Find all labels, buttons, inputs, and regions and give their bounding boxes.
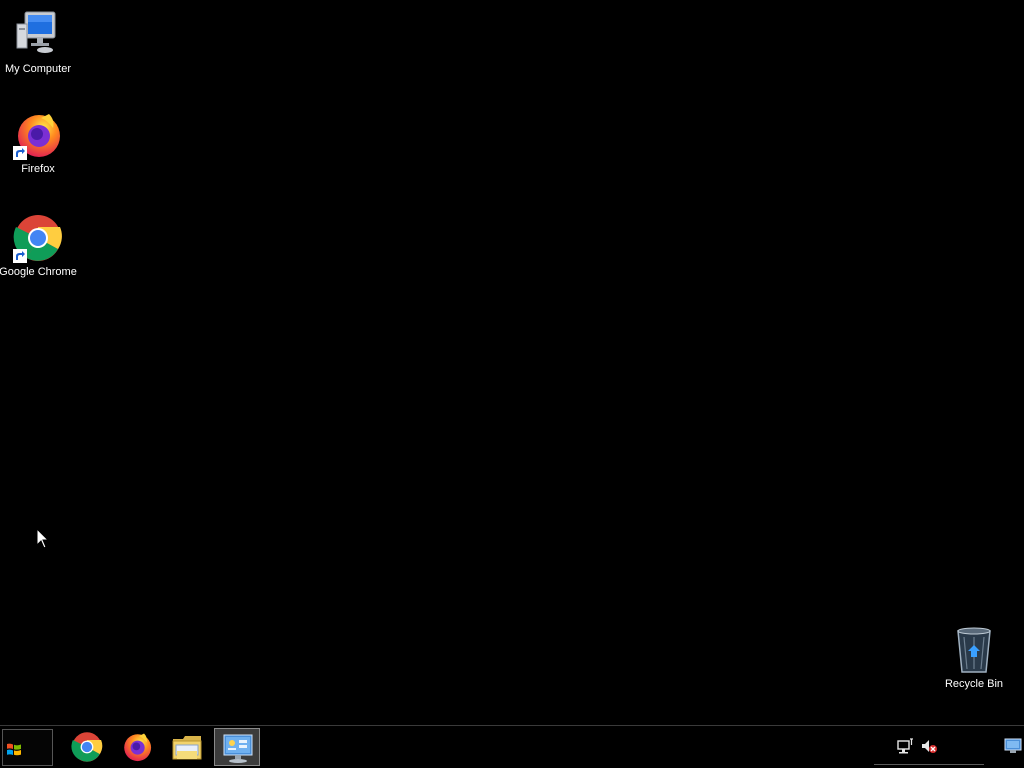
desktop-icon-firefox[interactable]: Firefox [0, 110, 78, 176]
control-panel-icon [223, 734, 253, 763]
my-computer-label: My Computer [4, 63, 72, 75]
mouse-cursor-icon [36, 528, 50, 549]
windows-logo-icon [7, 743, 21, 756]
start-button[interactable] [2, 729, 53, 766]
recycle-bin-label: Recycle Bin [944, 678, 1004, 690]
firefox-label: Firefox [21, 163, 55, 175]
taskbar-control-panel-button[interactable] [214, 728, 260, 766]
chrome-icon [13, 213, 63, 263]
google-chrome-label: Google Chrome [0, 266, 77, 278]
desktop-icon-my-computer[interactable]: My Computer [0, 10, 78, 76]
network-icon[interactable] [896, 737, 914, 755]
desktop-icon-google-chrome[interactable]: Google Chrome [0, 213, 78, 279]
shortcut-arrow-icon [13, 146, 27, 160]
show-desktop-icon[interactable] [1004, 738, 1022, 754]
taskbar-file-explorer-button[interactable] [164, 728, 210, 766]
firefox-icon [13, 110, 63, 160]
chrome-icon [71, 732, 103, 762]
file-explorer-icon [172, 736, 202, 760]
taskbar-firefox-button[interactable] [114, 728, 160, 766]
recycle-bin-icon [949, 625, 999, 675]
tray-separator [874, 764, 984, 765]
shortcut-arrow-icon [13, 249, 27, 263]
my-computer-icon [13, 10, 63, 60]
desktop: My Computer Firefox Google Chrome Recycl… [0, 0, 1024, 725]
taskbar [0, 725, 1024, 768]
volume-muted-icon[interactable] [920, 737, 938, 755]
desktop-icon-recycle-bin[interactable]: Recycle Bin [934, 625, 1014, 691]
taskbar-chrome-button[interactable] [64, 728, 110, 766]
firefox-icon [124, 733, 152, 762]
